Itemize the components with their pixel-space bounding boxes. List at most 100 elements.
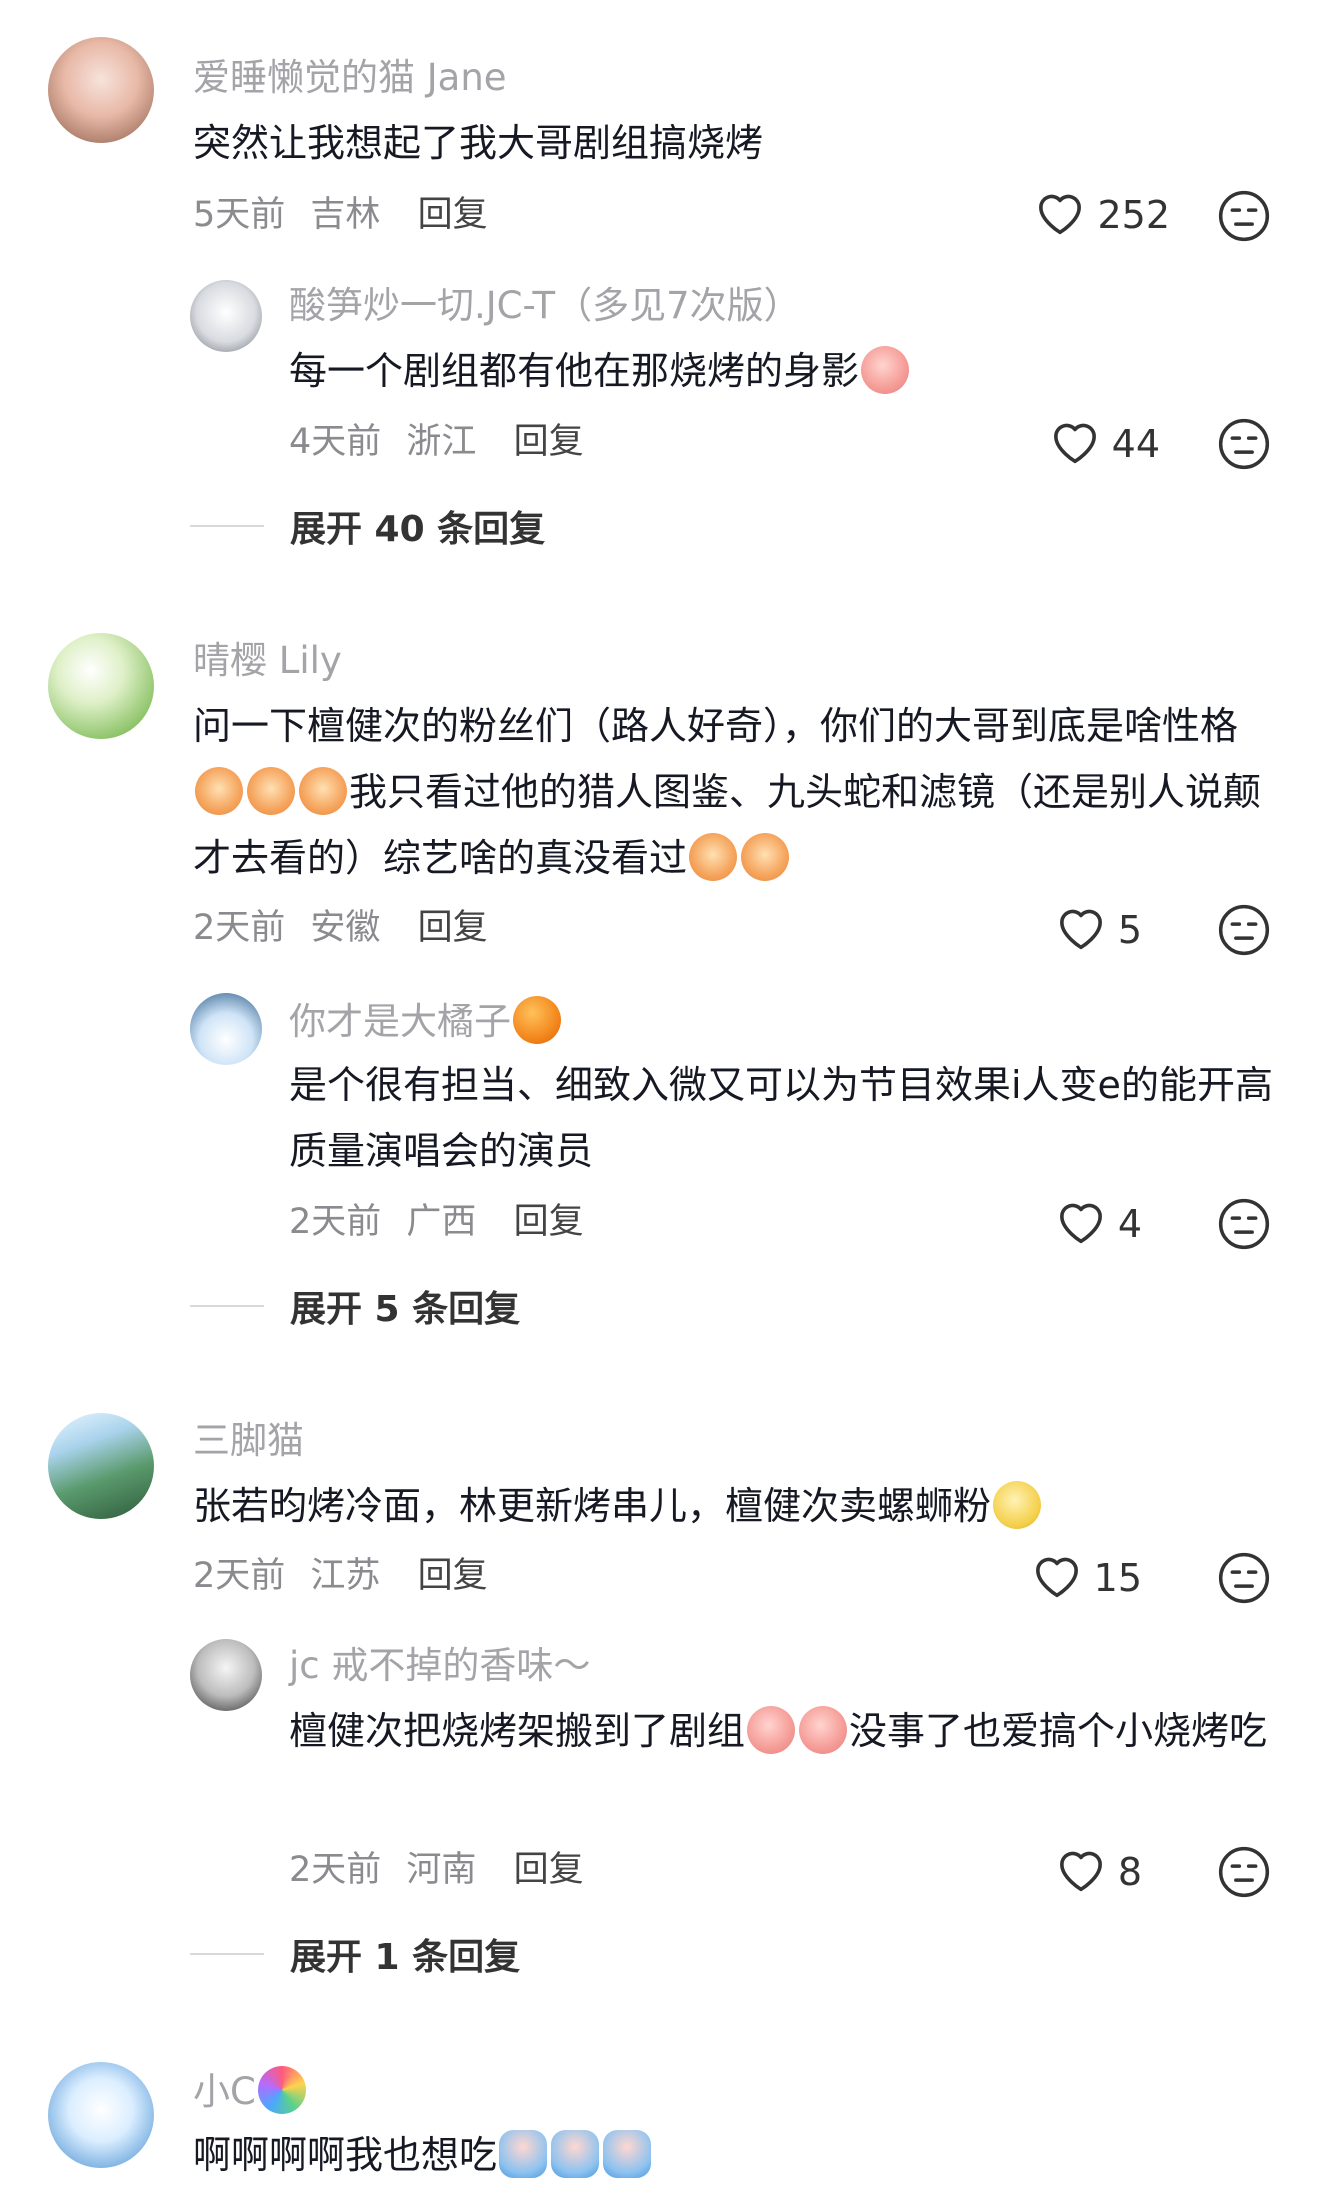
comment-meta: 2天前 江苏 回复 (193, 1552, 488, 1600)
avatar[interactable] (48, 2062, 154, 2168)
timestamp: 2天前 (193, 1556, 286, 1596)
comment-feed: 爱睡懒觉的猫 Jane 突然让我想起了我大哥剧组搞烧烤 5天前 吉林 回复 25… (0, 0, 1320, 2207)
comment-text-body: 啊啊啊啊我也想吃 (193, 2133, 498, 2177)
comment-meta: 4天前 浙江 回复 (289, 418, 584, 466)
comment-text-body-2: 没事了也爱搞个小烧烤吃 (849, 1709, 1268, 1753)
like-count: 8 (1117, 1850, 1142, 1894)
avatar[interactable] (190, 280, 262, 352)
dislike-button[interactable] (1216, 1844, 1272, 1900)
username[interactable]: 爱睡懒觉的猫 Jane (193, 54, 507, 102)
comment-text-body: 问一下檀健次的粉丝们（路人好奇），你们的大哥到底是啥性格 (193, 704, 1239, 748)
reply-button[interactable]: 回复 (514, 1202, 584, 1242)
reply-button[interactable]: 回复 (418, 195, 488, 235)
username[interactable]: 三脚猫 (193, 1417, 304, 1465)
bucket-emoji (499, 2130, 548, 2178)
expand-label[interactable]: 展开 5 条回复 (290, 1280, 520, 1332)
comment-text: 张若昀烤冷面，林更新烤串儿，檀健次卖螺蛳粉 (193, 1473, 1273, 1539)
like-button[interactable]: 15 (1030, 1548, 1142, 1608)
expand-label[interactable]: 展开 40 条回复 (290, 500, 545, 552)
crying-cat-emoji (741, 833, 790, 881)
avatar[interactable] (190, 993, 262, 1065)
like-button[interactable]: 5 (1054, 900, 1142, 960)
crying-cat-emoji (195, 767, 243, 815)
like-count: 252 (1097, 193, 1170, 237)
dislike-button[interactable] (1216, 1196, 1272, 1252)
comment-meta: 2天前 河南 回复 (289, 1846, 584, 1894)
username[interactable]: 小C (193, 2066, 308, 2116)
heart-outline-icon (1030, 1549, 1084, 1608)
heart-outline-icon (1054, 1195, 1108, 1254)
divider (190, 1305, 264, 1307)
dislike-face-icon (1216, 190, 1272, 248)
avatar[interactable] (48, 37, 154, 143)
expand-replies-button[interactable]: 展开 40 条回复 (190, 500, 545, 552)
like-button[interactable]: 44 (1048, 414, 1160, 474)
expand-replies-button[interactable]: 展开 1 条回复 (190, 1928, 520, 1980)
comment-text-body: 张若昀烤冷面，林更新烤串儿，檀健次卖螺蛳粉 (193, 1484, 992, 1528)
timestamp: 4天前 (289, 422, 382, 462)
username[interactable]: 酸笋炒一切.JC-T（多见7次版） (289, 282, 801, 330)
comment-text: 问一下檀健次的粉丝们（路人好奇），你们的大哥到底是啥性格我只看过他的猎人图鉴、九… (193, 693, 1273, 891)
username-text[interactable]: 小C (193, 2070, 256, 2113)
heart-outline-icon (1048, 415, 1102, 474)
comment-meta: 2天前 广西 回复 (289, 1198, 584, 1246)
like-count: 15 (1093, 1556, 1142, 1600)
comment-text: 突然让我想起了我大哥剧组搞烧烤 (193, 121, 764, 165)
expand-label[interactable]: 展开 1 条回复 (290, 1928, 520, 1980)
timestamp: 2天前 (289, 1202, 382, 1242)
like-button[interactable]: 8 (1054, 1842, 1142, 1902)
dislike-face-icon (1216, 1552, 1272, 1610)
heart-outline-icon (1054, 901, 1108, 960)
avatar[interactable] (190, 1639, 262, 1711)
location: 吉林 (310, 195, 381, 235)
like-count: 44 (1111, 422, 1160, 466)
bucket-emoji (551, 2130, 600, 2178)
peach-emoji (747, 1706, 796, 1754)
username[interactable]: 晴樱 Lily (193, 637, 342, 685)
location: 江苏 (310, 1556, 381, 1596)
username[interactable]: jc 戒不掉的香味～ (289, 1642, 590, 1690)
comment-text: 檀健次把烧烤架搬到了剧组 没事了也爱搞个小烧烤吃 (289, 1698, 1279, 1764)
like-count: 5 (1117, 908, 1142, 952)
dislike-button[interactable] (1216, 902, 1272, 958)
dislike-face-icon (1216, 1198, 1272, 1256)
dislike-face-icon (1216, 418, 1272, 476)
reply-button[interactable]: 回复 (418, 1556, 488, 1596)
like-count: 4 (1117, 1202, 1142, 1246)
reply-button[interactable]: 回复 (514, 1850, 584, 1890)
username-text[interactable]: 你才是大橘子 (289, 1000, 511, 1043)
reply-button[interactable]: 回复 (514, 422, 584, 462)
location: 浙江 (406, 422, 477, 462)
comment-meta: 2天前 安徽 回复 (193, 904, 488, 952)
crying-cat-emoji (299, 767, 347, 815)
location: 河南 (406, 1850, 477, 1890)
lollipop-emoji (257, 2066, 306, 2114)
duck-emoji (993, 1481, 1042, 1529)
dislike-button[interactable] (1216, 188, 1272, 244)
comment-text: 是个很有担当、细致入微又可以为节目效果i人变e的能开高质量演唱会的演员 (289, 1063, 1273, 1173)
reply-button[interactable]: 回复 (418, 908, 488, 948)
dislike-button[interactable] (1216, 416, 1272, 472)
comment-meta: 5天前 吉林 回复 (193, 191, 488, 239)
crying-cat-emoji (689, 833, 738, 881)
comment-text-body: 檀健次把烧烤架搬到了剧组 (289, 1709, 746, 1753)
like-button[interactable]: 4 (1054, 1194, 1142, 1254)
peach-emoji (861, 346, 910, 394)
crying-cat-emoji (247, 767, 295, 815)
bucket-emoji (603, 2130, 652, 2178)
avatar[interactable] (48, 633, 154, 739)
divider (190, 1953, 264, 1955)
like-button[interactable]: 252 (1033, 185, 1170, 245)
timestamp: 2天前 (193, 908, 286, 948)
expand-replies-button[interactable]: 展开 5 条回复 (190, 1280, 520, 1332)
dislike-button[interactable] (1216, 1550, 1272, 1606)
orange-emoji (513, 996, 561, 1044)
divider (190, 525, 264, 527)
comment-text: 啊啊啊啊我也想吃 (193, 2122, 1273, 2188)
username[interactable]: 你才是大橘子 (289, 996, 563, 1046)
comment-text: 每一个剧组都有他在那烧烤的身影 (289, 338, 1269, 404)
heart-outline-icon (1033, 186, 1087, 245)
avatar[interactable] (48, 1413, 154, 1519)
dislike-face-icon (1216, 1846, 1272, 1904)
peach-emoji (799, 1706, 848, 1754)
